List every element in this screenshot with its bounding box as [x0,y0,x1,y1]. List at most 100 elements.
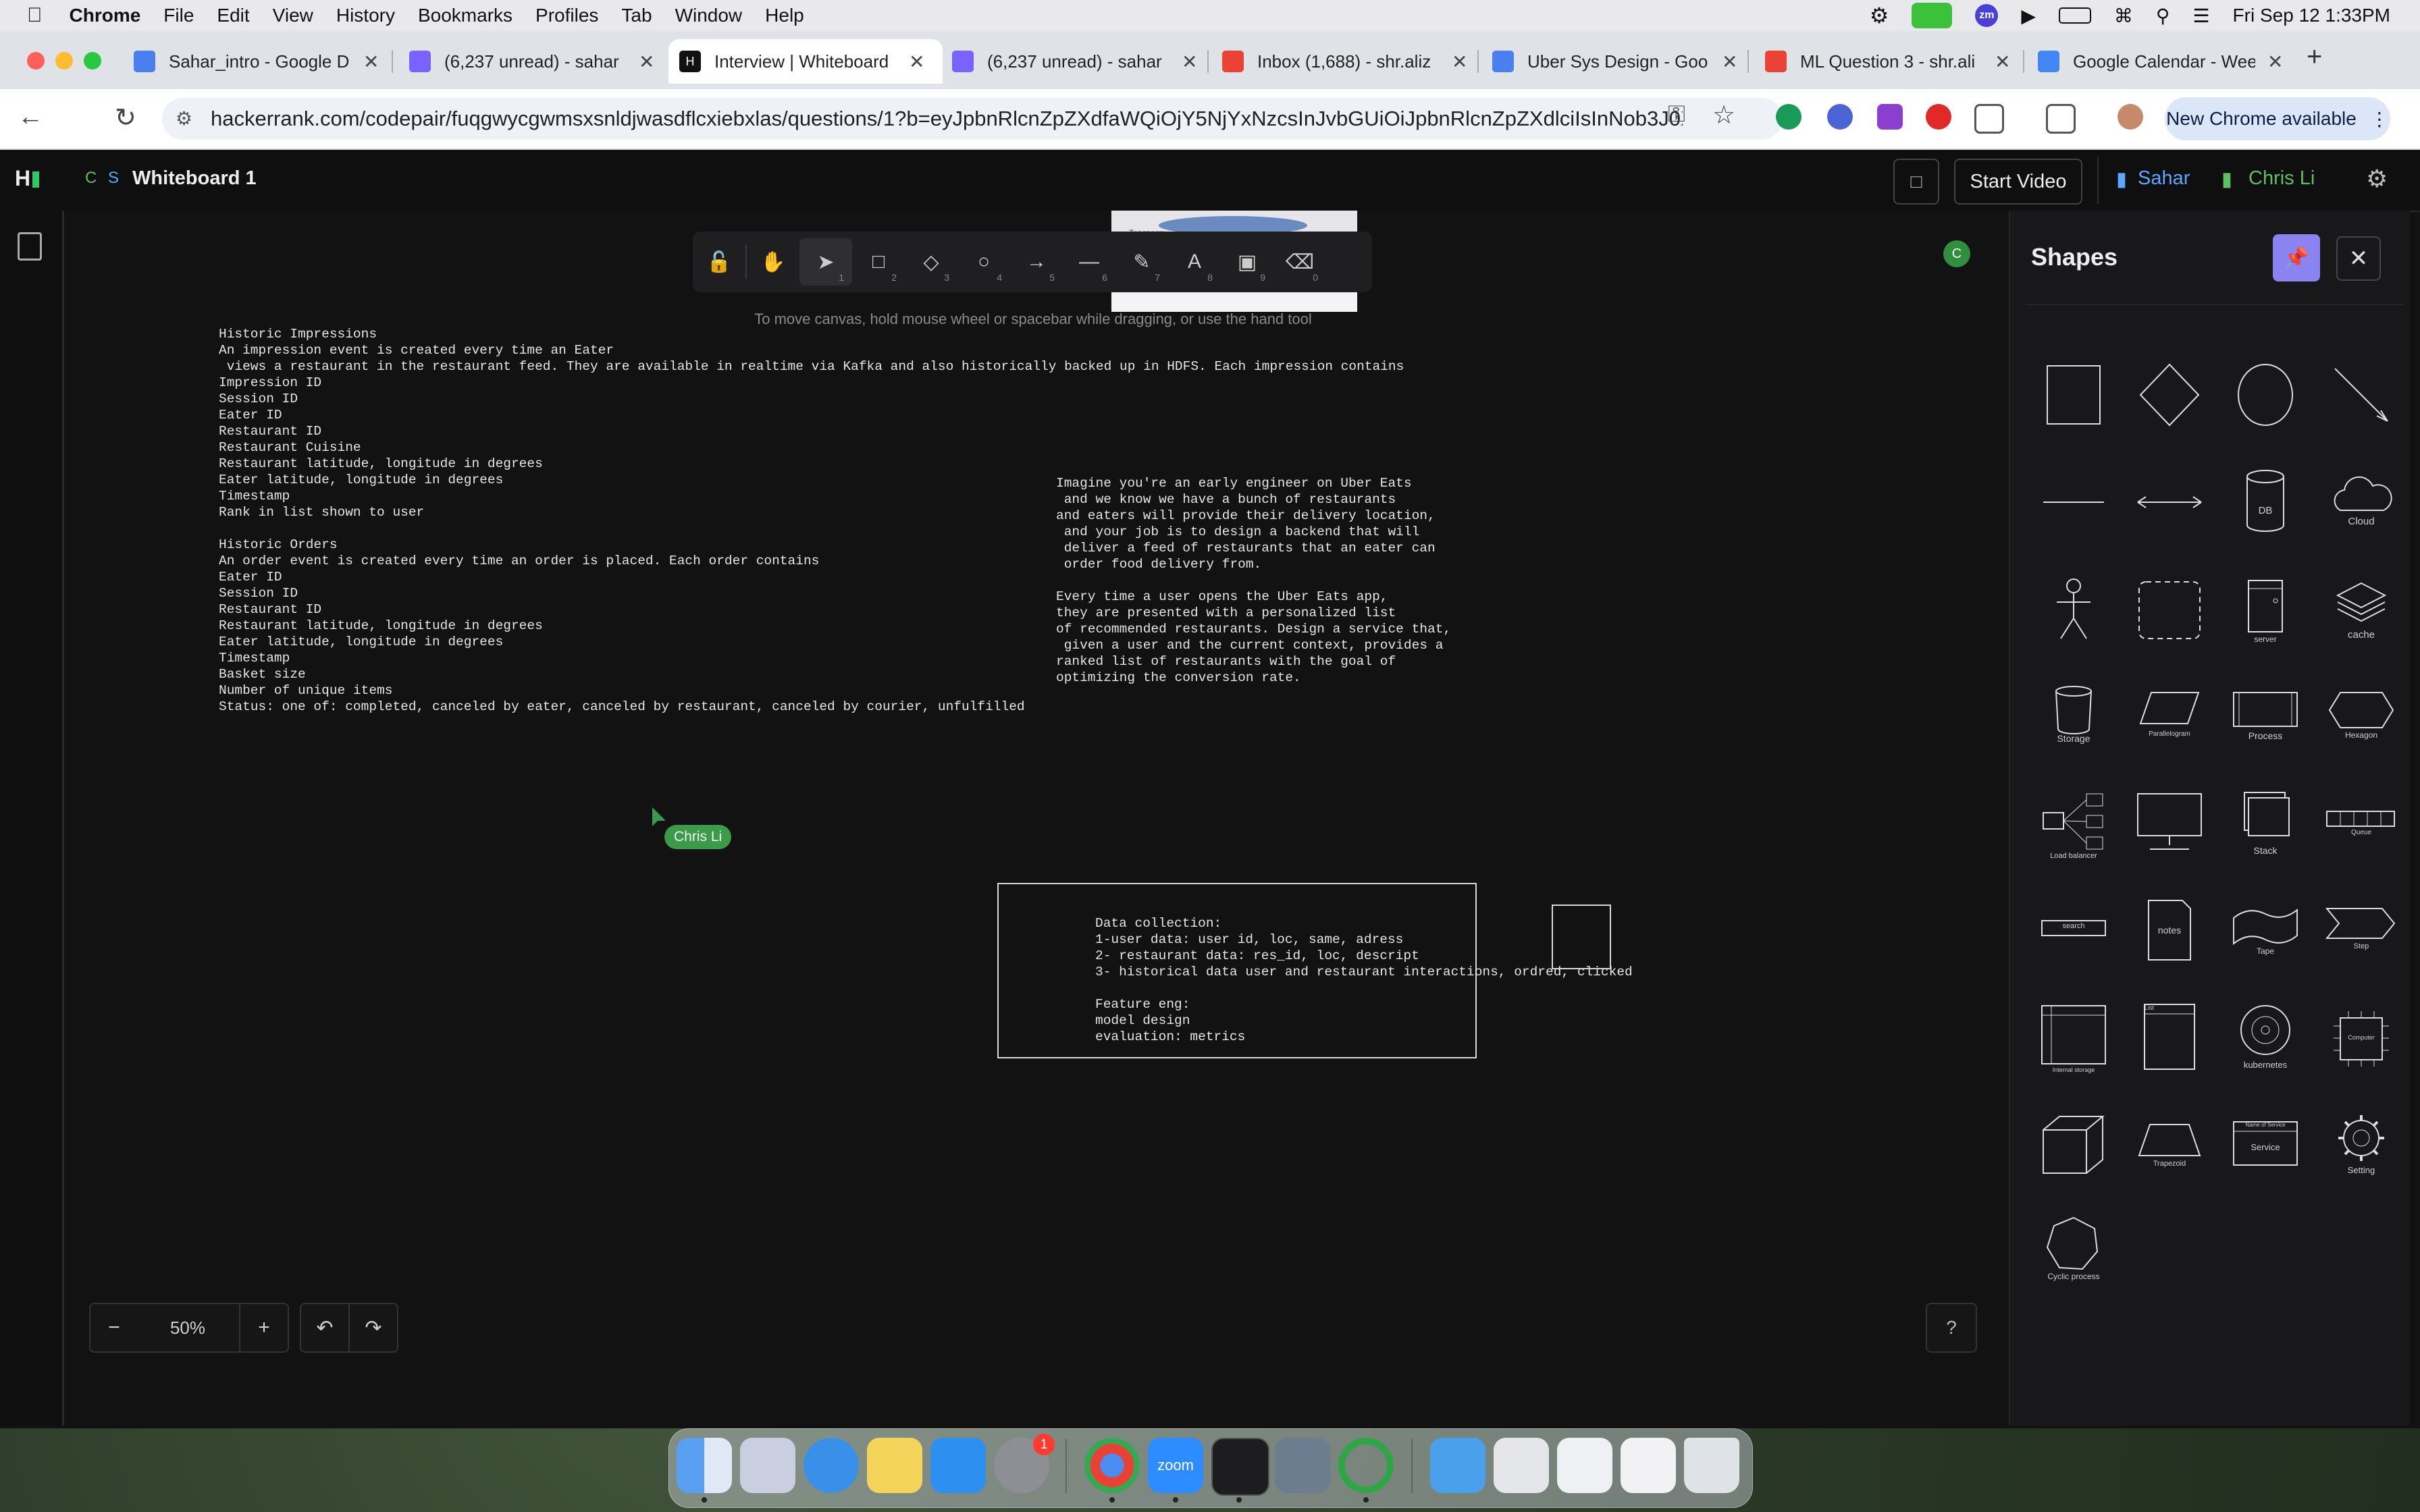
menu-window[interactable]: Window [675,5,743,26]
shape-kubernetes[interactable]: kubernetes [2221,999,2309,1087]
text-icon[interactable]: A8 [1168,238,1221,286]
shape-trapezoid[interactable]: Trapezoid [2126,1107,2213,1195]
shape-storage[interactable]: Storage [2030,675,2118,763]
shape-load-balancer[interactable]: Load balancer [2030,783,2118,871]
search-icon[interactable]: ⚲ [2156,5,2170,27]
new-tab-icon[interactable]: + [2307,42,2322,72]
grammarly-extension-icon[interactable] [1776,104,1801,130]
settings-gear-icon[interactable]: ⚙ [2366,165,2388,193]
line-icon[interactable]: —6 [1063,238,1115,286]
shape-db[interactable]: DB [2221,459,2309,547]
menu-view[interactable]: View [273,5,313,26]
whiteboard-title[interactable]: Whiteboard 1 [132,167,257,190]
close-tab-icon[interactable]: ✕ [363,51,379,73]
shape-tape[interactable]: Tape [2221,891,2309,979]
close-window-icon[interactable] [27,52,45,70]
zoom-meeting-icon[interactable] [1912,3,1953,28]
shape-actor[interactable] [2030,567,2118,655]
close-tab-icon[interactable]: ✕ [909,51,924,73]
extension-icon[interactable] [1877,104,1903,130]
screenshot-thumbnail[interactable] [1494,1438,1549,1493]
shape-ellipse[interactable] [2221,351,2309,439]
trash-icon[interactable] [1684,1438,1739,1493]
lock-icon[interactable]: 🔓 [693,238,745,286]
shape-parallelogram[interactable]: Parallelogram [2126,675,2213,763]
eraser-icon[interactable]: ⌫ 0 [1273,238,1326,286]
shape-double-arrow[interactable] [2126,459,2213,547]
notes-icon[interactable] [867,1438,922,1493]
help-icon[interactable]: ? [1926,1303,1977,1353]
puzzle-extensions-icon[interactable] [1974,104,2004,134]
terminal-icon[interactable] [1211,1438,1269,1496]
pointer-icon[interactable]: ➤ 1 [799,238,852,286]
tab-unread-mail-1[interactable]: (6,237 unread) - sahar ✕ [409,39,659,84]
close-tab-icon[interactable]: ✕ [1995,51,2010,73]
shape-diamond[interactable] [2126,351,2213,439]
shape-process[interactable]: Process [2221,675,2309,763]
diamond-icon[interactable]: ◇ 3 [905,238,957,286]
play-icon[interactable]: ▶ [2021,5,2036,27]
shape-hexagon[interactable]: Hexagon [2317,675,2405,763]
shape-computer[interactable] [2126,783,2213,871]
chat-icon[interactable]: □ [1893,159,1939,205]
shape-service[interactable]: Name of Service Service [2221,1107,2309,1195]
document-thumbnail[interactable] [1621,1438,1676,1493]
shape-cube[interactable] [2030,1107,2118,1195]
shape-cloud[interactable]: Cloud [2317,459,2405,547]
rectangle-icon[interactable]: □ 2 [852,238,905,286]
tab-inbox[interactable]: Inbox (1,688) - shr.aliz ✕ [1222,39,1472,84]
more-menu-icon[interactable]: ⋮ [2370,108,2389,130]
menu-app-name[interactable]: Chrome [70,5,141,26]
whiteboard-text-problem-statement[interactable]: Imagine you're an early engineer on Uber… [1056,475,1451,686]
pin-icon[interactable]: 📌 [2273,234,2320,281]
control-center-icon[interactable]: ☰ [2192,5,2209,27]
site-info-icon[interactable]: ⚙ [176,107,192,130]
shape-cache[interactable]: cache [2317,567,2405,655]
tab-google-calendar[interactable]: Google Calendar - Wee ✕ [2038,39,2288,84]
close-icon[interactable]: ✕ [2336,236,2381,281]
redo-icon[interactable]: ↷ [348,1303,398,1353]
start-video-button[interactable]: Start Video [1954,159,2082,205]
cast-icon[interactable] [2046,104,2076,134]
pencil-icon[interactable]: ✎ 7 [1115,238,1168,286]
chrome-icon[interactable] [1084,1438,1140,1493]
menu-tab[interactable]: Tab [621,5,652,26]
ellipse-icon[interactable]: ○ 4 [957,238,1010,286]
zoom-extension-icon[interactable] [1827,104,1853,130]
wifi-icon[interactable]: ⌘ [2114,5,2133,27]
app-store-icon[interactable] [930,1438,986,1493]
menu-bookmarks[interactable]: Bookmarks [418,5,512,26]
menu-history[interactable]: History [336,5,395,26]
undo-icon[interactable]: ↶ [300,1303,350,1353]
shape-setting[interactable]: Setting [2317,1107,2405,1195]
zoom-level[interactable]: 50% [136,1303,239,1353]
menu-help[interactable]: Help [765,5,804,26]
close-tab-icon[interactable]: ✕ [1452,51,1467,73]
new-chrome-available-button[interactable]: New Chrome available ⋮ [2165,97,2390,140]
tab-interview-whiteboard[interactable]: H Interview | Whiteboard ✕ [668,39,943,84]
zoom-out-button[interactable]: − [89,1303,139,1353]
shape-queue[interactable]: Queue [2317,783,2405,871]
close-tab-icon[interactable]: ✕ [2267,51,2283,73]
shape-cyclic-process[interactable]: Cyclic process [2030,1208,2118,1296]
adblock-extension-icon[interactable] [1926,104,1951,130]
zoom-app-icon[interactable]: zm [1975,4,1999,27]
shape-rectangle[interactable] [2030,351,2118,439]
whiteboard-small-rectangle[interactable] [1552,905,1611,969]
shape-arrow[interactable] [2317,351,2405,439]
close-tab-icon[interactable]: ✕ [639,51,654,73]
zoom-in-button[interactable]: + [239,1303,289,1353]
zoom-icon[interactable]: zoom [1148,1438,1203,1493]
preview-icon[interactable] [1275,1438,1330,1493]
menu-file[interactable]: File [163,5,194,26]
tab-ml-question[interactable]: ML Question 3 - shr.ali ✕ [1765,39,2015,84]
shape-search[interactable]: search [2030,891,2118,979]
arrow-icon[interactable]: → 5 [1010,238,1063,286]
close-tab-icon[interactable]: ✕ [1722,51,1737,73]
folder-icon[interactable] [1430,1438,1485,1493]
battery-icon[interactable] [2058,7,2091,24]
shape-computer-chip[interactable]: Computer [2317,999,2405,1087]
document-icon[interactable] [18,232,42,261]
maximize-window-icon[interactable] [84,52,101,70]
hand-icon[interactable]: ✋ [747,238,799,286]
